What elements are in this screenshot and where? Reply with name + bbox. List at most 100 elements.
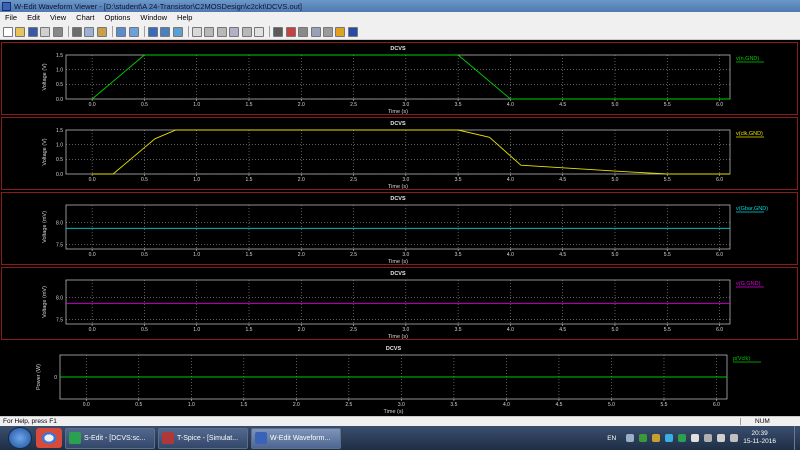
- y-axis-label: Voltage (V): [42, 138, 48, 165]
- tray-network-icon[interactable]: [639, 434, 648, 442]
- chart-title: DCVS: [390, 196, 406, 202]
- waveform-panel[interactable]: DCVS 0.0 0.5 1.0 1.5 2.0 2.5 3.0 3.5 4.0 4.5 5.0 5.5…: [1, 192, 798, 265]
- menu-view[interactable]: View: [45, 12, 71, 24]
- language-indicator[interactable]: EN: [607, 435, 616, 442]
- legend-label[interactable]: v(clk,GND): [736, 131, 763, 137]
- new-icon[interactable]: [3, 26, 13, 37]
- tray-security-icon[interactable]: [652, 434, 661, 442]
- x-tick-label: 0.5: [141, 252, 148, 258]
- menu-file[interactable]: File: [0, 12, 22, 24]
- x-tick-label: 3.5: [455, 177, 462, 183]
- chrome-icon[interactable]: [36, 428, 62, 448]
- menu-window[interactable]: Window: [135, 12, 172, 24]
- open-icon[interactable]: [15, 26, 26, 37]
- waveform-chart[interactable]: DCVS 0.0 0.5 1.0 1.5 2.0 2.5 3.0 3.5 4.0 4.5 5.0 5.5…: [2, 193, 799, 264]
- taskbar-app-button[interactable]: W-Edit Waveform...: [251, 427, 341, 449]
- menu-options[interactable]: Options: [100, 12, 136, 24]
- chart-view-icon[interactable]: [116, 26, 127, 37]
- paste-icon[interactable]: [96, 26, 107, 37]
- legend-label[interactable]: v(Gbar,GND): [736, 206, 768, 212]
- save-icon[interactable]: [27, 26, 38, 37]
- start-button[interactable]: [8, 427, 32, 449]
- x-tick-label: 4.5: [559, 327, 566, 333]
- x-tick-label: 2.5: [350, 327, 357, 333]
- waveform-panel[interactable]: DCVS 0.0 0.5 1.0 1.5 2.0 2.5 3.0 3.5 4.0 4.5 5.0 5.5…: [1, 267, 798, 340]
- toolbar-separator: [188, 26, 190, 37]
- print-preview-icon[interactable]: [40, 26, 51, 37]
- application-window: W-Edit Waveform Viewer - [D:\student\A 2…: [0, 0, 800, 450]
- trace-icon[interactable]: [192, 26, 203, 37]
- book-icon[interactable]: [347, 26, 358, 37]
- expand-icon[interactable]: [160, 26, 171, 37]
- tray-sync-icon[interactable]: [665, 434, 674, 442]
- waveform-chart[interactable]: DCVS 0.0 0.5 1.0 1.5 2.0 2.5 3.0 3.5 4.0 4.5 5.0 5.5…: [2, 43, 799, 114]
- legend-label[interactable]: p(Vclk): [733, 356, 750, 362]
- x-tick-label: 5.0: [611, 177, 618, 183]
- waveform-chart[interactable]: DCVS 0.0 0.5 1.0 1.5 2.0 2.5 3.0 3.5 4.0 4.5 5.0 5.5…: [2, 118, 799, 189]
- waveform-panel[interactable]: DCVS 0.0 0.5 1.0 1.5 2.0 2.5 3.0 3.5 4.0 4.5 5.0 5.5…: [1, 117, 798, 190]
- y-axis-label: Voltage (V): [42, 63, 48, 90]
- x-tick-label: 4.5: [555, 402, 562, 408]
- x-tick-label: 3.5: [455, 327, 462, 333]
- x-tick-label: 4.5: [559, 177, 566, 183]
- show-desktop-button[interactable]: [794, 426, 800, 450]
- tray-flag-icon[interactable]: [691, 434, 700, 442]
- x-tick-label: 1.0: [193, 327, 200, 333]
- x-tick-label: 2.5: [350, 252, 357, 258]
- pause-icon[interactable]: [310, 26, 321, 37]
- num-lock-indicator: NUM: [740, 418, 800, 425]
- x-tick-label: 1.0: [193, 102, 200, 108]
- waveform-panel[interactable]: DCVS 0.0 0.5 1.0 1.5 2.0 2.5 3.0 3.5 4.0 4.5 5.0 5.5…: [1, 342, 798, 416]
- x-tick-label: 4.0: [507, 327, 514, 333]
- taskbar-app-button[interactable]: T-Spice - [Simulat...: [158, 427, 248, 449]
- zoom-fit-icon[interactable]: [128, 26, 139, 37]
- measure-icon[interactable]: [285, 26, 296, 37]
- cascade-icon[interactable]: [216, 26, 227, 37]
- x-tick-label: 1.0: [193, 252, 200, 258]
- chart-title: DCVS: [386, 346, 402, 352]
- waveform-chart[interactable]: DCVS 0.0 0.5 1.0 1.5 2.0 2.5 3.0 3.5 4.0 4.5 5.0 5.5…: [2, 268, 799, 339]
- taskbar-app-label: T-Spice - [Simulat...: [177, 434, 239, 442]
- x-tick-label: 3.0: [402, 102, 409, 108]
- copy-icon[interactable]: [84, 26, 95, 37]
- x-axis-label: Time (s): [388, 259, 408, 264]
- tray-update-icon[interactable]: [678, 434, 687, 442]
- label-icon[interactable]: [254, 26, 265, 37]
- print-icon[interactable]: [52, 26, 63, 37]
- x-tick-label: 2.5: [345, 402, 352, 408]
- y-tick-label: 0.0: [56, 172, 63, 178]
- overlay-icon[interactable]: [241, 26, 252, 37]
- waveform-chart[interactable]: DCVS 0.0 0.5 1.0 1.5 2.0 2.5 3.0 3.5 4.0 4.5 5.0 5.5…: [2, 343, 799, 415]
- cut-icon[interactable]: [71, 26, 82, 37]
- menu-edit[interactable]: Edit: [22, 12, 45, 24]
- x-tick-label: 2.0: [298, 177, 305, 183]
- menu-chart[interactable]: Chart: [71, 12, 99, 24]
- tray-app-icon[interactable]: [626, 434, 635, 442]
- arrange-icon[interactable]: [229, 26, 240, 37]
- tray-device-icon[interactable]: [704, 434, 713, 442]
- title-bar[interactable]: W-Edit Waveform Viewer - [D:\student\A 2…: [0, 0, 800, 12]
- waveform-panel[interactable]: DCVS 0.0 0.5 1.0 1.5 2.0 2.5 3.0 3.5 4.0 4.5 5.0 5.5…: [1, 42, 798, 115]
- x-axis-label: Time (s): [388, 109, 408, 114]
- legend-label[interactable]: v(G,GND): [736, 281, 761, 287]
- menu-help[interactable]: Help: [172, 12, 197, 24]
- x-tick-label: 5.0: [611, 252, 618, 258]
- grid-icon[interactable]: [172, 26, 183, 37]
- tile-icon[interactable]: [204, 26, 215, 37]
- tray-volume-icon[interactable]: [730, 434, 739, 442]
- window-title: W-Edit Waveform Viewer - [D:\student\A 2…: [14, 1, 303, 11]
- simulate-icon[interactable]: [335, 26, 346, 37]
- x-tick-label: 3.0: [398, 402, 405, 408]
- y-tick-label: 7.5: [56, 317, 63, 323]
- y-tick-label: 1.5: [56, 128, 63, 134]
- x-axis-label: Time (s): [388, 334, 408, 339]
- taskbar-app-button[interactable]: S-Edit - [DCVS:sc...: [65, 427, 155, 449]
- step-icon[interactable]: [298, 26, 309, 37]
- cursor-icon[interactable]: [273, 26, 284, 37]
- clock[interactable]: 20:39 15-11-2016: [743, 430, 776, 446]
- x-tick-label: 1.5: [246, 327, 253, 333]
- tray-signal-icon[interactable]: [717, 434, 726, 442]
- legend-label[interactable]: v(n,GND): [736, 56, 759, 62]
- play-icon[interactable]: [322, 26, 333, 37]
- home-icon[interactable]: [147, 26, 158, 37]
